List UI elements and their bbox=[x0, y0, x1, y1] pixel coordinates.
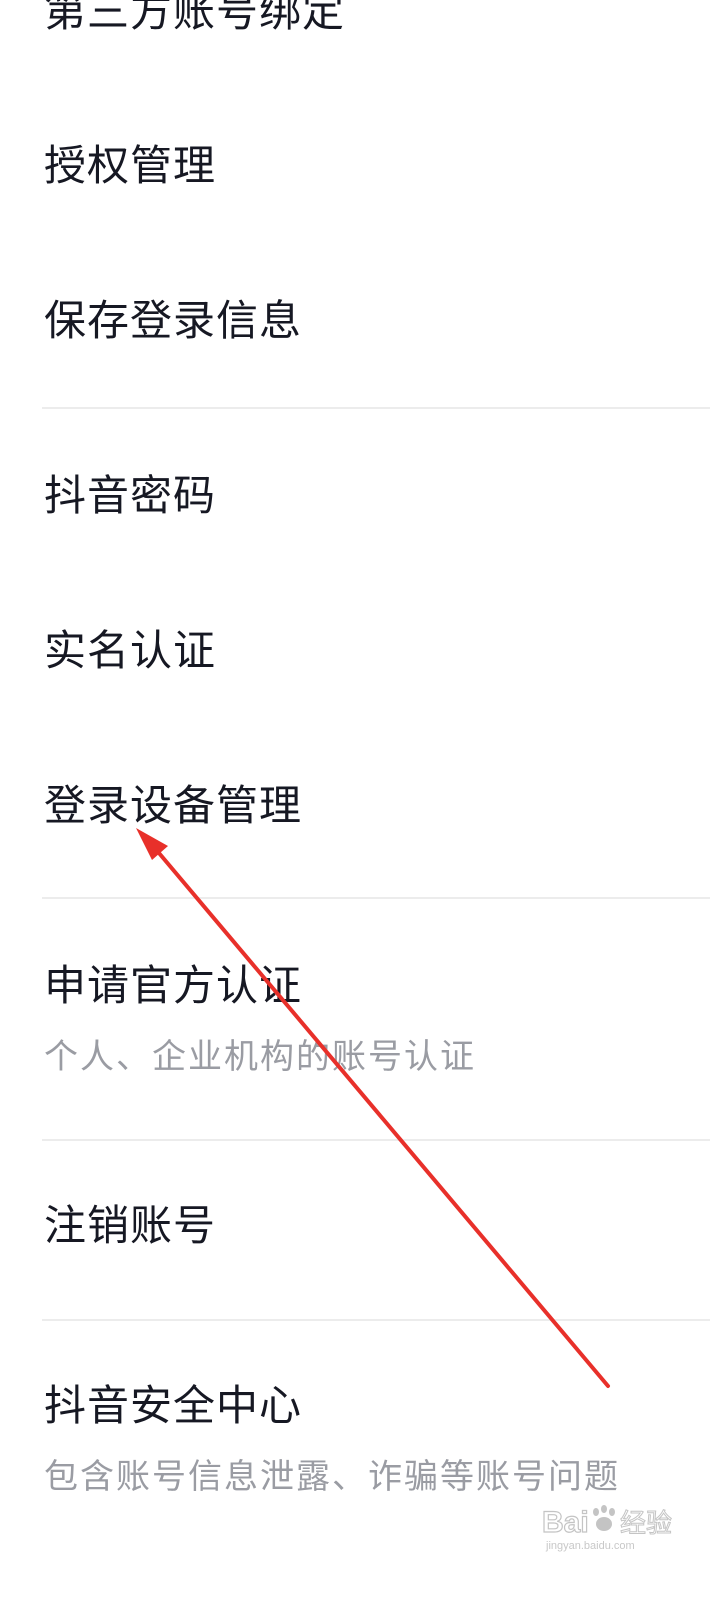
settings-item-label: 授权管理 bbox=[44, 141, 217, 190]
svg-text:Bai: Bai bbox=[542, 1506, 589, 1539]
settings-item-label: 登录设备管理 bbox=[44, 781, 303, 830]
settings-item-login-device-management[interactable]: 登录设备管理 bbox=[0, 728, 723, 893]
settings-item-label: 第三方账号绑定 bbox=[44, 0, 346, 36]
settings-item-description: 包含账号信息泄露、诈骗等账号问题 bbox=[44, 1457, 620, 1497]
settings-item-label: 抖音安全中心 bbox=[44, 1381, 303, 1430]
settings-item-douyin-password[interactable]: 抖音密码 bbox=[0, 420, 723, 570]
settings-item-label: 申请官方认证 bbox=[44, 961, 303, 1010]
section-divider bbox=[42, 897, 710, 899]
settings-item-label: 抖音密码 bbox=[44, 471, 217, 520]
settings-item-label: 保存登录信息 bbox=[44, 296, 303, 345]
settings-page: 第三方账号绑定 授权管理 保存登录信息 抖音密码 实名认证 登录设备管理 申请官… bbox=[0, 0, 723, 1600]
svg-text:经验: 经验 bbox=[620, 1508, 672, 1538]
section-divider bbox=[42, 1319, 710, 1321]
section-divider bbox=[42, 407, 710, 409]
settings-item-third-party-binding[interactable]: 第三方账号绑定 bbox=[0, 0, 723, 80]
settings-item-label: 注销账号 bbox=[44, 1201, 217, 1250]
watermark-url: jingyan.baidu.com bbox=[546, 1540, 635, 1552]
baidu-logo-icon: Bai 经验 bbox=[541, 1505, 673, 1540]
settings-item-save-login-info[interactable]: 保存登录信息 bbox=[0, 245, 723, 405]
settings-item-description: 个人、企业机构的账号认证 bbox=[44, 1037, 476, 1077]
settings-item-official-verification[interactable]: 申请官方认证 个人、企业机构的账号认证 bbox=[0, 900, 723, 1138]
settings-item-label: 实名认证 bbox=[44, 626, 217, 675]
section-divider bbox=[42, 1139, 710, 1141]
settings-item-deactivate-account[interactable]: 注销账号 bbox=[0, 1142, 723, 1317]
settings-item-real-name-verification[interactable]: 实名认证 bbox=[0, 575, 723, 725]
settings-item-authorization[interactable]: 授权管理 bbox=[0, 90, 723, 240]
baidu-jingyan-watermark: Bai 经验 jingyan.baidu.com bbox=[538, 1498, 708, 1578]
